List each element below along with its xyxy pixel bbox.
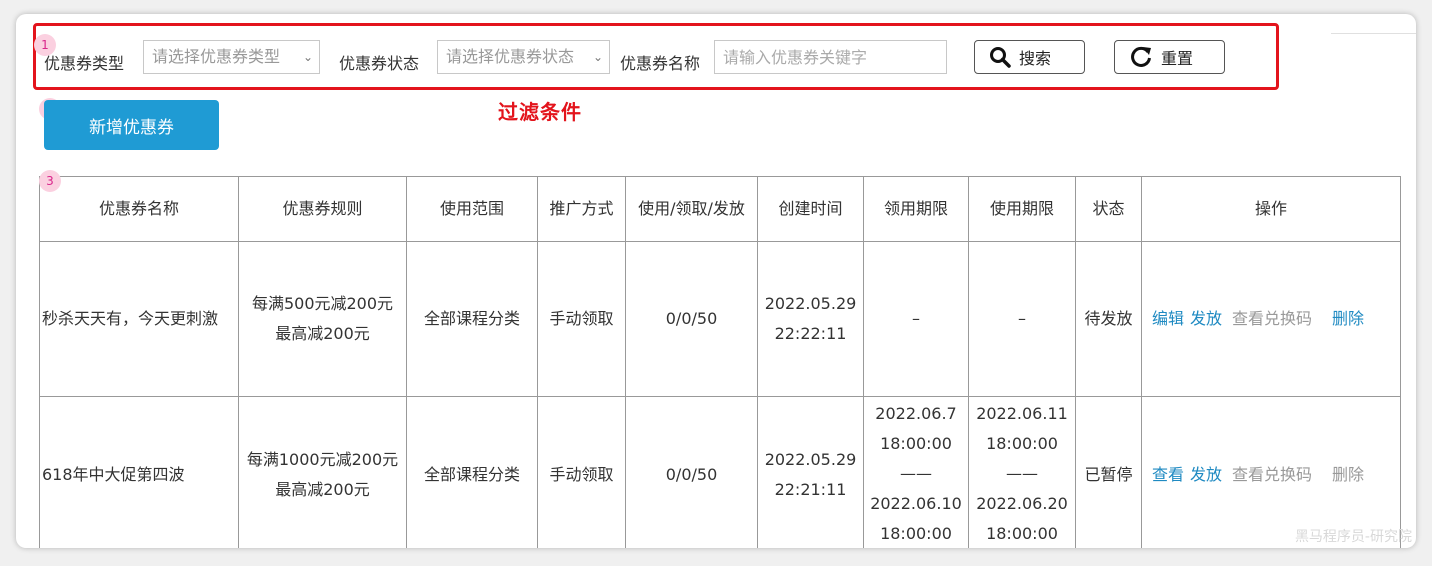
add-coupon-button[interactable]: 新增优惠券 <box>44 100 219 150</box>
view-link[interactable]: 查看 <box>1152 465 1184 484</box>
created-time-cell: 2022.05.29 22:21:11 <box>757 396 864 548</box>
created-date: 2022.05.29 <box>764 450 857 469</box>
coupon-name-label: 优惠券名称 <box>620 54 701 73</box>
view-codes-link: 查看兑换码 <box>1232 309 1313 328</box>
search-icon <box>990 47 1011 68</box>
marker-3: 3 <box>39 170 61 192</box>
table-row: 618年中大促第四波 每满1000元减200元 最高减200元 全部课程分类 手… <box>39 396 1401 548</box>
promo-cell: 手动领取 <box>537 396 626 548</box>
issue-link[interactable]: 发放 <box>1190 309 1222 328</box>
filter-caption: 过滤条件 <box>498 100 582 124</box>
column-header: 优惠券规则 <box>238 176 407 242</box>
coupon-management-panel: 1 优惠券类型 请选择优惠券类型 ⌄ 优惠券状态 请选择优惠券状态 ⌄ 优惠券名… <box>16 14 1416 548</box>
use-start-date: 2022.06.11 <box>976 404 1068 423</box>
coupon-type-label: 优惠券类型 <box>44 54 125 73</box>
table-header-row: 优惠券名称 优惠券规则 使用范围 推广方式 使用/领取/发放 创建时间 领用期限… <box>39 176 1401 242</box>
period-separator: —— <box>1006 464 1038 483</box>
counts-cell: 0/0/50 <box>625 241 758 397</box>
period-separator: —— <box>900 464 932 483</box>
coupon-status-label: 优惠券状态 <box>339 54 420 73</box>
scope-cell: 全部课程分类 <box>406 396 538 548</box>
coupon-status-select[interactable]: 请选择优惠券状态 ⌄ <box>437 40 610 74</box>
watermark: 黑马程序员-研究院 <box>1294 529 1412 545</box>
table-row: 秒杀天天有，今天更刺激 每满500元减200元 最高减200元 全部课程分类 手… <box>39 241 1401 397</box>
receive-end-time: 18:00:00 <box>880 524 952 543</box>
coupon-name-cell: 618年中大促第四波 <box>39 396 239 548</box>
divider <box>1331 33 1416 34</box>
coupon-status-placeholder: 请选择优惠券状态 <box>446 47 575 66</box>
column-header: 使用期限 <box>968 176 1076 242</box>
search-button[interactable]: 搜索 <box>974 40 1085 74</box>
rule-line: 最高减200元 <box>275 324 370 343</box>
view-codes-link: 查看兑换码 <box>1232 465 1313 484</box>
receive-period-cell: 2022.06.7 18:00:00 —— 2022.06.10 18:00:0… <box>863 396 969 548</box>
scope-cell: 全部课程分类 <box>406 241 538 397</box>
column-header: 优惠券名称 <box>39 176 239 242</box>
rule-line: 最高减200元 <box>275 480 370 499</box>
created-time: 22:22:11 <box>774 324 847 343</box>
chevron-down-icon: ⌄ <box>592 50 603 64</box>
receive-start-date: 2022.06.7 <box>875 404 957 423</box>
use-end-date: 2022.06.20 <box>976 494 1068 513</box>
promo-cell: 手动领取 <box>537 241 626 397</box>
created-date: 2022.05.29 <box>764 294 857 313</box>
rule-line: 每满500元减200元 <box>251 294 394 313</box>
chevron-down-icon: ⌄ <box>302 50 313 64</box>
coupon-name-cell: 秒杀天天有，今天更刺激 <box>39 241 239 397</box>
counts-cell: 0/0/50 <box>625 396 758 548</box>
use-start-time: 18:00:00 <box>986 434 1058 453</box>
coupon-type-select[interactable]: 请选择优惠券类型 ⌄ <box>143 40 320 74</box>
refresh-icon <box>1131 46 1151 67</box>
coupon-rule-cell: 每满500元减200元 最高减200元 <box>238 241 407 397</box>
column-header: 领用期限 <box>863 176 969 242</box>
created-time-cell: 2022.05.29 22:22:11 <box>757 241 864 397</box>
operations-cell: 编辑 发放 查看兑换码 删除 <box>1141 241 1401 397</box>
receive-start-time: 18:00:00 <box>880 434 952 453</box>
column-header: 创建时间 <box>757 176 864 242</box>
delete-link: 删除 <box>1332 465 1365 484</box>
reset-button-label: 重置 <box>1161 49 1194 68</box>
coupon-rule-cell: 每满1000元减200元 最高减200元 <box>238 396 407 548</box>
rule-line: 每满1000元减200元 <box>246 450 399 469</box>
created-time: 22:21:11 <box>774 480 847 499</box>
coupon-name-input[interactable] <box>714 40 947 74</box>
status-cell: 已暂停 <box>1075 396 1142 548</box>
search-button-label: 搜索 <box>1019 49 1052 68</box>
use-period-cell: – <box>968 241 1076 397</box>
column-header: 使用范围 <box>406 176 538 242</box>
use-end-time: 18:00:00 <box>986 524 1058 543</box>
coupon-table: 优惠券名称 优惠券规则 使用范围 推广方式 使用/领取/发放 创建时间 领用期限… <box>39 176 1401 548</box>
delete-link[interactable]: 删除 <box>1332 309 1364 328</box>
column-header: 使用/领取/发放 <box>625 176 758 242</box>
issue-link[interactable]: 发放 <box>1190 465 1222 484</box>
column-header: 推广方式 <box>537 176 626 242</box>
receive-end-date: 2022.06.10 <box>870 494 962 513</box>
use-period-cell: 2022.06.11 18:00:00 —— 2022.06.20 18:00:… <box>968 396 1076 548</box>
reset-button[interactable]: 重置 <box>1114 40 1225 74</box>
coupon-type-placeholder: 请选择优惠券类型 <box>152 47 281 66</box>
column-header: 状态 <box>1075 176 1142 242</box>
receive-period-cell: – <box>863 241 969 397</box>
column-header: 操作 <box>1141 176 1401 242</box>
status-cell: 待发放 <box>1075 241 1142 397</box>
edit-link[interactable]: 编辑 <box>1152 309 1184 328</box>
